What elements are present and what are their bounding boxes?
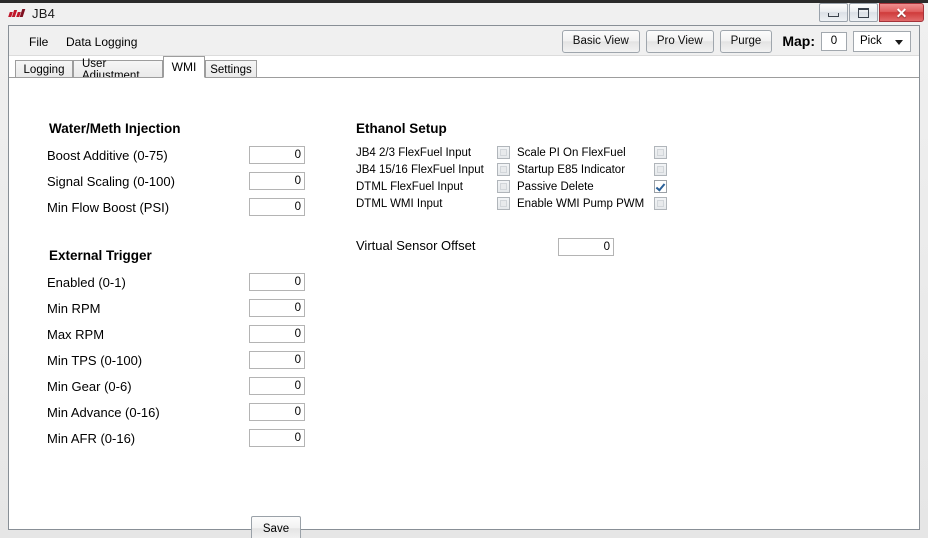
input-min-rpm[interactable] bbox=[249, 299, 305, 317]
checkbox-startup-e85-indicator[interactable] bbox=[654, 163, 667, 176]
checkbox-scale-pi-on-flexfuel[interactable] bbox=[654, 146, 667, 159]
input-min-afr[interactable] bbox=[249, 429, 305, 447]
input-min-flow-boost[interactable] bbox=[249, 198, 305, 216]
label-jb4-15-16-flexfuel-input: JB4 15/16 FlexFuel Input bbox=[356, 164, 484, 176]
checkbox-dtml-wmi-input[interactable] bbox=[497, 197, 510, 210]
label-startup-e85-indicator: Startup E85 Indicator bbox=[517, 164, 626, 176]
menu-bar: File Data Logging Basic View Pro View Pu… bbox=[9, 26, 919, 56]
ethanol-setup-heading: Ethanol Setup bbox=[356, 121, 447, 136]
input-boost-additive[interactable] bbox=[249, 146, 305, 164]
input-min-advance[interactable] bbox=[249, 403, 305, 421]
input-virtual-sensor-offset[interactable] bbox=[558, 238, 614, 256]
menu-item-file[interactable]: File bbox=[24, 33, 53, 51]
maximize-button[interactable] bbox=[849, 3, 878, 22]
tab-logging[interactable]: Logging bbox=[15, 60, 73, 78]
maximize-icon bbox=[858, 7, 869, 18]
toolbar: Basic View Pro View Purge Map: Pick bbox=[561, 29, 911, 53]
input-enabled[interactable] bbox=[249, 273, 305, 291]
input-min-tps[interactable] bbox=[249, 351, 305, 369]
application-window: JB4 ✕ File Data Logging Basic View Pro V… bbox=[0, 0, 928, 538]
client-area: File Data Logging Basic View Pro View Pu… bbox=[8, 25, 920, 538]
title-bar: JB4 ✕ bbox=[0, 0, 928, 25]
window-controls: ✕ bbox=[819, 3, 924, 22]
checkbox-enable-wmi-pump-pwm[interactable] bbox=[654, 197, 667, 210]
map-value-input[interactable] bbox=[821, 31, 847, 51]
label-min-gear: Min Gear (0-6) bbox=[47, 379, 132, 394]
close-button[interactable]: ✕ bbox=[879, 3, 924, 22]
label-dtml-flexfuel-input: DTML FlexFuel Input bbox=[356, 181, 463, 193]
label-min-tps: Min TPS (0-100) bbox=[47, 353, 143, 368]
tab-wmi[interactable]: WMI bbox=[163, 56, 205, 78]
checkbox-jb4-15-16-flexfuel-input[interactable] bbox=[497, 163, 510, 176]
window-title: JB4 bbox=[32, 6, 56, 21]
tab-user-adjustment[interactable]: User Adjustment bbox=[73, 58, 163, 82]
label-min-rpm: Min RPM bbox=[47, 301, 101, 316]
map-label: Map: bbox=[782, 33, 815, 49]
water-meth-injection-heading: Water/Meth Injection bbox=[49, 121, 181, 136]
wmi-page-body: Water/Meth Injection Boost Additive (0-7… bbox=[9, 78, 919, 538]
checkbox-dtml-flexfuel-input[interactable] bbox=[497, 180, 510, 193]
pick-dropdown-value: Pick bbox=[860, 35, 882, 47]
label-signal-scaling: Signal Scaling (0-100) bbox=[47, 174, 175, 189]
label-dtml-wmi-input: DTML WMI Input bbox=[356, 198, 443, 210]
checkbox-passive-delete[interactable] bbox=[654, 180, 667, 193]
input-signal-scaling[interactable] bbox=[249, 172, 305, 190]
minimize-icon bbox=[828, 13, 839, 17]
label-min-afr: Min AFR (0-16) bbox=[47, 431, 136, 446]
label-enable-wmi-pump-pwm: Enable WMI Pump PWM bbox=[517, 198, 645, 210]
close-icon: ✕ bbox=[895, 4, 908, 21]
external-trigger-heading: External Trigger bbox=[49, 248, 152, 263]
minimize-button[interactable] bbox=[819, 3, 848, 22]
label-jb4-2-3-flexfuel-input: JB4 2/3 FlexFuel Input bbox=[356, 147, 472, 159]
label-min-flow-boost: Min Flow Boost (PSI) bbox=[47, 200, 170, 215]
label-max-rpm: Max RPM bbox=[47, 327, 105, 342]
menu-item-data-logging[interactable]: Data Logging bbox=[61, 33, 142, 51]
tab-settings[interactable]: Settings bbox=[205, 60, 257, 78]
jb4-logo-icon bbox=[8, 8, 26, 20]
save-button[interactable]: Save bbox=[251, 516, 301, 538]
input-min-gear[interactable] bbox=[249, 377, 305, 395]
chevron-down-icon bbox=[895, 39, 903, 45]
label-passive-delete: Passive Delete bbox=[517, 181, 594, 193]
tab-strip: Logging User Adjustment WMI Settings bbox=[9, 56, 919, 82]
checkmark-icon bbox=[655, 181, 666, 192]
pro-view-button[interactable]: Pro View bbox=[645, 29, 714, 53]
label-virtual-sensor-offset: Virtual Sensor Offset bbox=[356, 238, 476, 253]
purge-button[interactable]: Purge bbox=[719, 29, 773, 53]
pick-dropdown[interactable]: Pick bbox=[853, 30, 911, 52]
checkbox-jb4-2-3-flexfuel-input[interactable] bbox=[497, 146, 510, 159]
basic-view-button[interactable]: Basic View bbox=[561, 29, 640, 53]
label-boost-additive: Boost Additive (0-75) bbox=[47, 148, 168, 163]
label-scale-pi-on-flexfuel: Scale PI On FlexFuel bbox=[517, 147, 626, 159]
label-min-advance: Min Advance (0-16) bbox=[47, 405, 160, 420]
input-max-rpm[interactable] bbox=[249, 325, 305, 343]
label-enabled: Enabled (0-1) bbox=[47, 275, 126, 290]
